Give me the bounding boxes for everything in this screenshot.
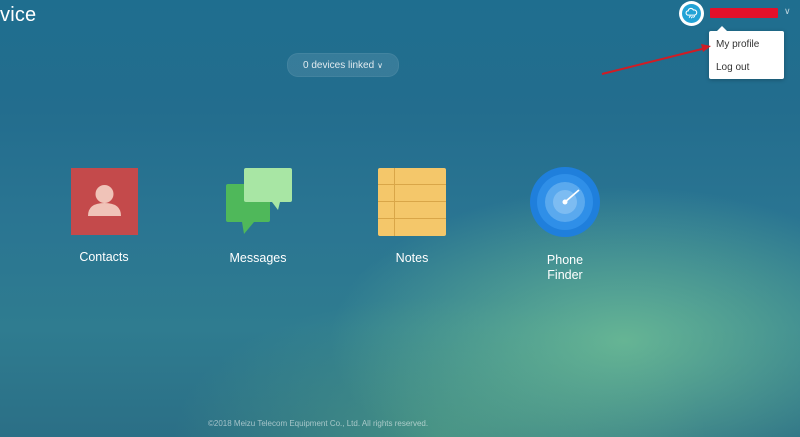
messages-icon xyxy=(224,168,292,236)
notes-icon xyxy=(378,168,446,236)
contacts-app[interactable]: Contacts xyxy=(54,168,154,265)
notes-rule xyxy=(378,184,446,185)
messages-label: Messages xyxy=(229,251,287,265)
phone-finder-icon xyxy=(529,166,601,238)
phone-finder-label: Phone Finder xyxy=(546,253,584,282)
phone-finder-app[interactable]: Phone Finder xyxy=(515,166,615,283)
messages-app[interactable]: Messages xyxy=(208,168,308,266)
contacts-icon xyxy=(70,168,138,235)
contacts-label: Contacts xyxy=(79,250,129,264)
notes-rule xyxy=(378,201,446,202)
notes-app[interactable]: Notes xyxy=(362,168,462,266)
copyright-footer: ©2018 Meizu Telecom Equipment Co., Ltd. … xyxy=(208,419,429,428)
notes-margin-line xyxy=(394,168,395,236)
notes-rule xyxy=(378,218,446,219)
notes-label: Notes xyxy=(395,251,429,265)
